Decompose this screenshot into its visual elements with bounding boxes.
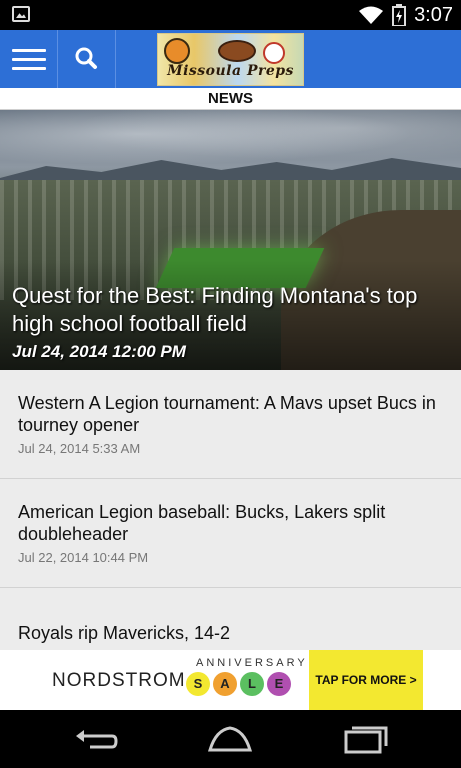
back-icon bbox=[76, 730, 118, 749]
article-date: Jul 22, 2014 10:44 PM bbox=[18, 550, 149, 565]
article-title: American Legion baseball: Bucks, Lakers … bbox=[18, 502, 386, 544]
system-nav-bar bbox=[0, 710, 461, 768]
ad-sale-letters: S A L E bbox=[186, 672, 291, 696]
search-icon bbox=[75, 47, 97, 69]
ad-anniversary: ANNIVERSARY bbox=[196, 657, 308, 669]
search-button[interactable] bbox=[58, 30, 116, 88]
list-item[interactable]: Royals rip Mavericks, 14-2 bbox=[0, 588, 461, 650]
home-button[interactable] bbox=[206, 724, 254, 754]
wifi-icon bbox=[359, 6, 384, 24]
battery-charging-icon bbox=[392, 4, 407, 26]
list-item[interactable]: American Legion baseball: Bucks, Lakers … bbox=[0, 479, 461, 588]
ad-brand: NORDSTROM bbox=[52, 670, 186, 691]
article-list: Western A Legion tournament: A Mavs upse… bbox=[0, 370, 461, 650]
sale-letter: E bbox=[267, 672, 291, 696]
status-time: 3:07 bbox=[414, 3, 453, 26]
app-bar: Missoula Preps bbox=[0, 30, 461, 88]
featured-story[interactable]: Quest for the Best: Finding Montana's to… bbox=[0, 110, 461, 370]
menu-button[interactable] bbox=[0, 30, 58, 88]
article-date: Jul 24, 2014 5:33 AM bbox=[18, 441, 141, 456]
ad-banner[interactable]: NORDSTROM ANNIVERSARY S A L E TAP FOR MO… bbox=[0, 650, 461, 710]
section-title: NEWS bbox=[0, 88, 461, 110]
featured-title: Quest for the Best: Finding Montana's to… bbox=[12, 283, 418, 336]
sale-letter: A bbox=[213, 672, 237, 696]
football-graphic bbox=[218, 40, 256, 62]
home-icon bbox=[207, 726, 253, 752]
sale-letter: L bbox=[240, 672, 264, 696]
baseball-graphic bbox=[263, 42, 285, 64]
sale-letter: S bbox=[186, 672, 210, 696]
article-title: Western A Legion tournament: A Mavs upse… bbox=[18, 393, 436, 435]
basketball-graphic bbox=[164, 38, 190, 64]
status-icons: 3:07 bbox=[358, 3, 453, 27]
featured-date: Jul 24, 2014 12:00 PM bbox=[12, 342, 186, 361]
recent-apps-icon bbox=[344, 726, 388, 754]
status-bar: 3:07 bbox=[0, 0, 461, 30]
app-logo[interactable]: Missoula Preps bbox=[157, 33, 304, 86]
list-item[interactable]: Western A Legion tournament: A Mavs upse… bbox=[0, 370, 461, 479]
logo-text: Missoula Preps bbox=[167, 63, 294, 79]
recent-apps-button[interactable] bbox=[342, 724, 390, 754]
back-button[interactable] bbox=[72, 724, 120, 754]
article-title: Royals rip Mavericks, 14-2 bbox=[18, 623, 231, 643]
image-notification-icon bbox=[12, 6, 30, 22]
ad-cta-button[interactable]: TAP FOR MORE > bbox=[309, 650, 423, 710]
